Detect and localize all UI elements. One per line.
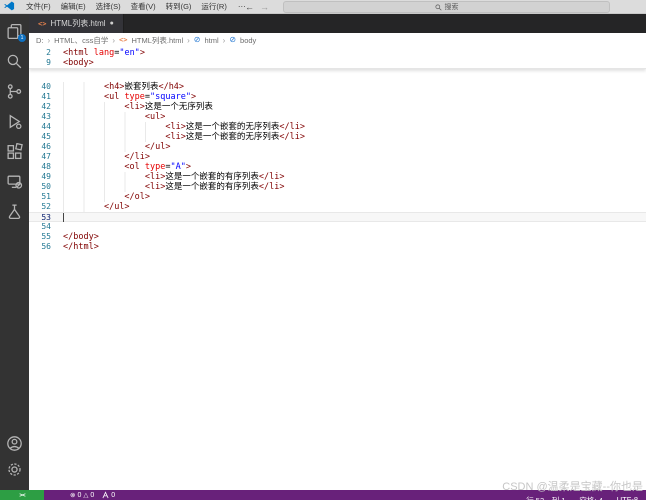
encoding-setting[interactable]: UTF-8 — [617, 495, 638, 500]
line-number: 53 — [29, 213, 51, 221]
vscode-logo-icon — [4, 1, 15, 12]
code-line[interactable]: 51 </ol> — [29, 192, 646, 202]
csdn-watermark: CSDN @温柔是宝藏--你也是 — [502, 478, 643, 494]
line-number: 50 — [29, 182, 51, 192]
line-number: 2 — [29, 48, 51, 58]
line-number: 55 — [29, 232, 51, 242]
broadcast-indicator[interactable]: 0 — [102, 491, 115, 499]
line-number: 40 — [29, 82, 51, 92]
custom-extension-icon[interactable] — [6, 203, 23, 220]
breadcrumb-file[interactable]: HTML列表.html — [131, 35, 183, 46]
code-line[interactable]: 48 <ol type="A"> — [29, 162, 646, 172]
search-icon — [435, 4, 442, 11]
settings-gear-icon[interactable] — [6, 461, 23, 478]
cursor-position[interactable]: 行 53，列 1 — [526, 495, 565, 500]
menu-view[interactable]: 查看(V) — [126, 0, 161, 14]
code-line[interactable]: 43 <ul> — [29, 112, 646, 122]
code-line[interactable]: 46 </ul> — [29, 142, 646, 152]
search-placeholder: 搜索 — [445, 2, 459, 12]
tab-label: HTML列表.html — [50, 18, 105, 29]
sticky-lines: 2<html lang="en">9<body> — [29, 47, 646, 69]
line-number: 42 — [29, 102, 51, 112]
menu-goto[interactable]: 转到(G) — [161, 0, 197, 14]
accounts-icon[interactable] — [6, 435, 23, 452]
modified-dot-icon[interactable]: ● — [110, 20, 114, 27]
code-line[interactable]: 55</body> — [29, 232, 646, 242]
tab-html-list[interactable]: <> HTML列表.html ● — [29, 14, 124, 33]
html-file-icon: <> — [38, 20, 46, 28]
chevron-right-icon: › — [187, 36, 190, 45]
line-number: 56 — [29, 242, 51, 252]
chevron-right-icon: › — [48, 36, 51, 45]
code-line[interactable]: 47 </li> — [29, 152, 646, 162]
line-number: 43 — [29, 112, 51, 122]
search-sidebar-icon[interactable] — [6, 53, 23, 70]
breadcrumb-folder[interactable]: HTML、css自学 — [54, 35, 108, 46]
problems-indicator[interactable]: ⊗ 0 △ 0 — [70, 491, 94, 499]
code-line[interactable]: 45 <li>这是一个嵌套的无序列表</li> — [29, 132, 646, 142]
symbol-icon: ⊘ — [229, 36, 236, 44]
code-line[interactable]: 42 <li>这是一个无序列表 — [29, 102, 646, 112]
forward-arrow-icon[interactable]: → — [260, 0, 269, 14]
error-icon: ⊗ — [70, 491, 75, 499]
source-control-icon[interactable] — [6, 83, 23, 100]
code-editor[interactable]: 2<html lang="en">9<body> 40 <h4>嵌套列表</h4… — [29, 47, 646, 490]
menu-edit[interactable]: 编辑(E) — [56, 0, 91, 14]
warning-icon: △ — [83, 491, 88, 499]
title-bar: 文件(F) 编辑(E) 选择(S) 查看(V) 转到(G) 运行(R) ··· … — [0, 0, 646, 14]
menu-run[interactable]: 运行(R) — [196, 0, 231, 14]
code-line[interactable]: 54 — [29, 222, 646, 232]
broadcast-count: 0 — [111, 492, 115, 499]
line-number: 54 — [29, 222, 51, 232]
activity-bar: 1 — [0, 14, 29, 490]
code-line[interactable]: 52 </ul> — [29, 202, 646, 212]
error-count: 0 — [77, 492, 81, 499]
warning-count: 0 — [90, 492, 94, 499]
breadcrumb-symbol-body[interactable]: body — [240, 36, 256, 45]
text-cursor — [63, 213, 64, 222]
line-number: 52 — [29, 202, 51, 212]
extensions-icon[interactable] — [6, 143, 23, 160]
code-line[interactable]: 56</html> — [29, 242, 646, 252]
remote-explorer-icon[interactable] — [6, 173, 23, 190]
code-line[interactable]: 40 <h4>嵌套列表</h4> — [29, 82, 646, 92]
code-line[interactable]: 2<html lang="en"> — [29, 48, 646, 58]
line-number: 49 — [29, 172, 51, 182]
line-number: 47 — [29, 152, 51, 162]
chevron-right-icon: › — [223, 36, 226, 45]
code-line[interactable]: 41 <ul type="square"> — [29, 92, 646, 102]
explorer-icon[interactable]: 1 — [6, 23, 23, 40]
code-line[interactable]: 53 — [29, 212, 646, 222]
remote-icon: >< — [19, 492, 24, 499]
tab-strip: <> HTML列表.html ● — [29, 14, 646, 33]
line-number: 51 — [29, 192, 51, 202]
chevron-right-icon: › — [112, 36, 115, 45]
symbol-icon: ⊘ — [194, 36, 201, 44]
code-line[interactable]: 9<body> — [29, 58, 646, 68]
line-number: 46 — [29, 142, 51, 152]
back-arrow-icon[interactable]: ← — [245, 0, 254, 14]
run-debug-icon[interactable] — [6, 113, 23, 130]
line-number: 44 — [29, 122, 51, 132]
html-file-icon: <> — [119, 36, 127, 44]
code-line[interactable]: 50 <li>这是一个嵌套的有序列表</li> — [29, 182, 646, 192]
breadcrumb: D: › HTML、css自学 › <> HTML列表.html › ⊘ htm… — [29, 33, 646, 47]
broadcast-tower-icon — [102, 491, 109, 499]
breadcrumb-symbol-html[interactable]: html — [205, 36, 219, 45]
indentation-setting[interactable]: 空格: 4 — [579, 495, 602, 500]
code-line[interactable]: 44 <li>这是一个嵌套的无序列表</li> — [29, 122, 646, 132]
line-number: 48 — [29, 162, 51, 172]
command-center-search[interactable]: 搜索 — [283, 1, 610, 13]
code-line[interactable]: 49 <li>这是一个嵌套的有序列表</li> — [29, 172, 646, 182]
line-number: 41 — [29, 92, 51, 102]
menu-file[interactable]: 文件(F) — [21, 0, 56, 14]
breadcrumb-drive[interactable]: D: — [36, 36, 44, 45]
line-number: 9 — [29, 58, 51, 68]
line-number: 45 — [29, 132, 51, 142]
code-lines: 40 <h4>嵌套列表</h4>41 <ul type="square">42 … — [29, 82, 646, 252]
remote-indicator[interactable]: >< — [0, 490, 44, 500]
menu-select[interactable]: 选择(S) — [91, 0, 126, 14]
vscode-window: 文件(F) 编辑(E) 选择(S) 查看(V) 转到(G) 运行(R) ··· … — [0, 0, 646, 500]
explorer-badge: 1 — [18, 34, 26, 42]
